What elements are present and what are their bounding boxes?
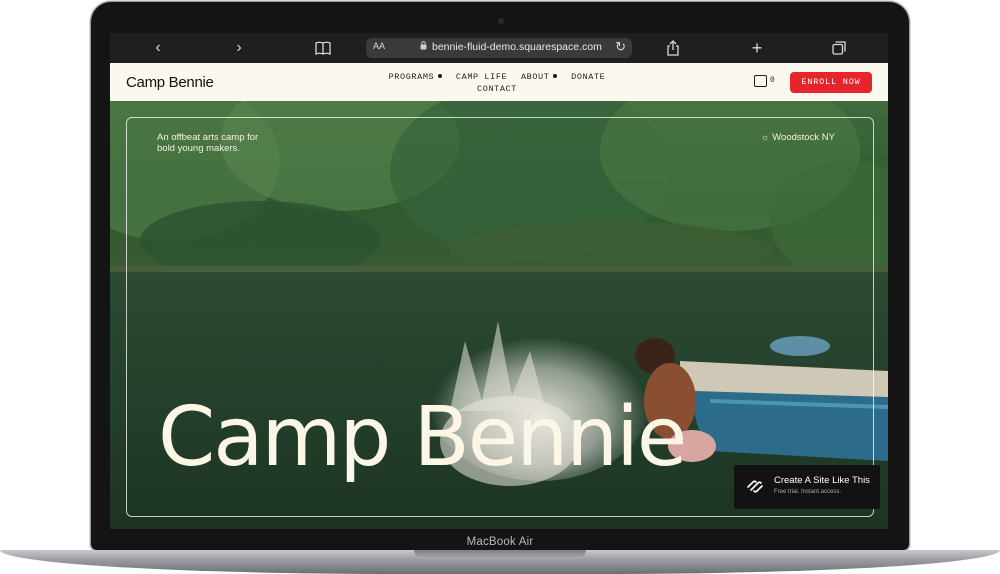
nav-label: DONATE [571, 72, 606, 82]
cart-count: 0 [770, 76, 775, 85]
lock-icon [420, 41, 427, 52]
screen: ‹ › AA bennie-fluid-demo.squarespace.com… [110, 33, 888, 529]
nav-label: CONTACT [477, 84, 517, 94]
nav-label: PROGRAMS [388, 72, 435, 82]
chevron-left-icon[interactable]: ‹ [147, 38, 169, 58]
chevron-right-icon[interactable]: › [228, 38, 250, 58]
cart-button[interactable]: 0 [754, 75, 776, 89]
laptop-notch [414, 550, 586, 559]
camera-icon [498, 18, 504, 24]
create-site-badge[interactable]: Create A Site Like This Free trial. Inst… [734, 465, 880, 509]
nav-item-about[interactable]: ABOUT [521, 71, 558, 83]
badge-subtitle: Free trial. Instant access. [774, 489, 842, 495]
nav-label: CAMP LIFE [455, 72, 508, 82]
address-bar[interactable]: AA bennie-fluid-demo.squarespace.com ↻ [366, 38, 632, 58]
url-text: bennie-fluid-demo.squarespace.com [432, 41, 602, 53]
location-text: Woodstock NY [772, 132, 835, 143]
hero-title: Camp Bennie [158, 390, 687, 485]
badge-title: Create A Site Like This [774, 475, 870, 486]
hero-tagline: An offbeat arts camp for bold young make… [157, 132, 259, 154]
hero-section: An offbeat arts camp for bold young make… [110, 101, 888, 529]
share-icon[interactable] [662, 38, 684, 58]
text-size-button[interactable]: AA [373, 41, 385, 51]
nav-item-camp-life[interactable]: CAMP LIFE [456, 71, 507, 83]
hero-location: ☼ Woodstock NY [761, 132, 835, 143]
site-header: Camp Bennie PROGRAMS CAMP LIFE ABOUT DON… [110, 63, 888, 101]
sun-icon: ☼ [761, 132, 770, 142]
book-icon[interactable] [312, 38, 334, 58]
device-label: MacBook Air [466, 536, 534, 548]
plus-icon[interactable]: + [746, 38, 768, 58]
nav-item-programs[interactable]: PROGRAMS [389, 71, 443, 83]
enroll-now-button[interactable]: ENROLL NOW [790, 72, 872, 93]
nav-label: ABOUT [520, 72, 550, 82]
main-nav: PROGRAMS CAMP LIFE ABOUT DONATE CONTACT [372, 71, 622, 95]
tabs-icon[interactable] [828, 38, 850, 58]
dropdown-dot-icon [553, 74, 558, 78]
nav-item-donate[interactable]: DONATE [571, 71, 605, 83]
browser-toolbar: ‹ › AA bennie-fluid-demo.squarespace.com… [110, 33, 888, 63]
cart-icon [754, 75, 767, 87]
nav-item-contact[interactable]: CONTACT [477, 83, 517, 95]
site-logo[interactable]: Camp Bennie [126, 74, 214, 91]
reload-icon[interactable]: ↻ [615, 39, 626, 55]
dropdown-dot-icon [438, 74, 443, 78]
